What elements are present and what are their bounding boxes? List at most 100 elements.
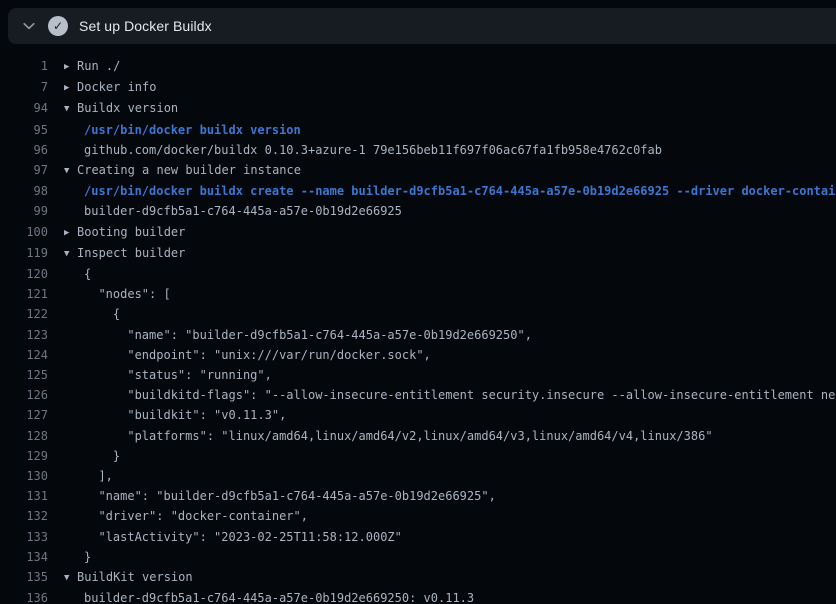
line-number[interactable]: 127 — [0, 405, 48, 425]
chevron-down-icon[interactable] — [21, 18, 37, 34]
step-title: Set up Docker Buildx — [79, 18, 212, 34]
log-line: 119 ▼Inspect builder — [0, 243, 836, 264]
log-line: 96 github.com/docker/buildx 0.10.3+azure-… — [0, 140, 836, 160]
log-container: 1▶Run ./7▶Docker info94▼Buildx version95… — [0, 44, 836, 604]
log-line: 136 builder-d9cfb5a1-c764-445a-a57e-0b19d… — [0, 588, 836, 604]
triangle-right-icon[interactable]: ▶ — [64, 78, 77, 98]
check-circle-icon: ✓ — [48, 16, 68, 36]
line-number[interactable]: 135 — [0, 567, 48, 588]
line-number[interactable]: 98 — [0, 181, 48, 201]
line-number[interactable]: 122 — [0, 304, 48, 324]
log-output-text: "endpoint": "unix:///var/run/docker.sock… — [64, 345, 431, 365]
log-line: 122 { — [0, 304, 836, 324]
line-number[interactable]: 128 — [0, 426, 48, 446]
log-line: 128 "platforms": "linux/amd64,linux/amd6… — [0, 426, 836, 446]
log-output-text: github.com/docker/buildx 0.10.3+azure-1 … — [64, 140, 662, 160]
group-label: Booting builder — [77, 225, 185, 239]
log-line: 95/usr/bin/docker buildx version — [0, 120, 836, 140]
line-number[interactable]: 7 — [0, 77, 48, 98]
group-label: BuildKit version — [77, 570, 193, 584]
line-number[interactable]: 119 — [0, 243, 48, 264]
line-number[interactable]: 124 — [0, 345, 48, 365]
log-group-header[interactable]: ▶Docker info — [64, 77, 156, 98]
group-label: Inspect builder — [77, 246, 185, 260]
log-output-text: "nodes": [ — [64, 284, 171, 304]
line-number[interactable]: 96 — [0, 140, 48, 160]
log-line: 132 "driver": "docker-container", — [0, 506, 836, 526]
line-number[interactable]: 100 — [0, 222, 48, 243]
log-line: 133 "lastActivity": "2023-02-25T11:58:12… — [0, 527, 836, 547]
line-number[interactable]: 123 — [0, 325, 48, 345]
line-number[interactable]: 136 — [0, 588, 48, 604]
triangle-right-icon[interactable]: ▶ — [64, 57, 77, 77]
line-number[interactable]: 133 — [0, 527, 48, 547]
log-line: 125 "status": "running", — [0, 365, 836, 385]
log-line: 98/usr/bin/docker buildx create --name b… — [0, 181, 836, 201]
log-output-text: "name": "builder-d9cfb5a1-c764-445a-a57e… — [64, 486, 496, 506]
log-output-text: "driver": "docker-container", — [64, 506, 308, 526]
log-line: 94 ▼Buildx version — [0, 98, 836, 119]
log-line: 97 ▼Creating a new builder instance — [0, 160, 836, 181]
log-line: 1 ▶Run ./ — [0, 56, 836, 77]
line-number[interactable]: 125 — [0, 365, 48, 385]
log-line: 135 ▼BuildKit version — [0, 567, 836, 588]
line-number[interactable]: 95 — [0, 120, 48, 140]
log-line: 100 ▶Booting builder — [0, 222, 836, 243]
log-group-header[interactable]: ▼Buildx version — [64, 98, 178, 119]
log-output-text: } — [64, 547, 91, 567]
triangle-down-icon[interactable]: ▼ — [64, 99, 77, 119]
log-line: 130 ], — [0, 466, 836, 486]
log-output-text: builder-d9cfb5a1-c764-445a-a57e-0b19d2e6… — [64, 588, 474, 604]
group-label: Run ./ — [77, 59, 120, 73]
log-line: 120 { — [0, 264, 836, 284]
line-number[interactable]: 94 — [0, 98, 48, 119]
log-group-header[interactable]: ▼BuildKit version — [64, 567, 193, 588]
log-output-text: { — [64, 304, 120, 324]
log-group-header[interactable]: ▼Inspect builder — [64, 243, 185, 264]
log-viewer: ✓ Set up Docker Buildx 1▶Run ./7▶Docker … — [0, 0, 836, 604]
log-command-text: /usr/bin/docker buildx version — [64, 120, 301, 140]
line-number[interactable]: 99 — [0, 201, 48, 221]
log-output-text: "buildkit": "v0.11.3", — [64, 405, 286, 425]
log-line: 131 "name": "builder-d9cfb5a1-c764-445a-… — [0, 486, 836, 506]
log-line: 99 builder-d9cfb5a1-c764-445a-a57e-0b19d2… — [0, 201, 836, 221]
log-line: 7 ▶Docker info — [0, 77, 836, 98]
line-number[interactable]: 131 — [0, 486, 48, 506]
line-number[interactable]: 1 — [0, 56, 48, 77]
line-number[interactable]: 120 — [0, 264, 48, 284]
step-header[interactable]: ✓ Set up Docker Buildx — [8, 8, 836, 44]
line-number[interactable]: 134 — [0, 547, 48, 567]
log-output-text: "buildkitd-flags": "--allow-insecure-ent… — [64, 385, 836, 405]
line-number[interactable]: 132 — [0, 506, 48, 526]
log-output-text: { — [64, 264, 91, 284]
log-group-header[interactable]: ▶Run ./ — [64, 56, 120, 77]
log-group-header[interactable]: ▶Booting builder — [64, 222, 185, 243]
log-line: 129 } — [0, 446, 836, 466]
log-line: 134} — [0, 547, 836, 567]
group-label: Docker info — [77, 80, 156, 94]
triangle-down-icon[interactable]: ▼ — [64, 161, 77, 181]
line-number[interactable]: 130 — [0, 466, 48, 486]
group-label: Creating a new builder instance — [77, 163, 301, 177]
check-mark: ✓ — [53, 19, 63, 33]
log-group-header[interactable]: ▼Creating a new builder instance — [64, 160, 301, 181]
group-label: Buildx version — [77, 101, 178, 115]
line-number[interactable]: 97 — [0, 160, 48, 181]
line-number[interactable]: 129 — [0, 446, 48, 466]
log-output-text: "lastActivity": "2023-02-25T11:58:12.000… — [64, 527, 402, 547]
triangle-down-icon[interactable]: ▼ — [64, 244, 77, 264]
log-output-text: } — [64, 446, 120, 466]
log-line: 121 "nodes": [ — [0, 284, 836, 304]
log-output-text: "name": "builder-d9cfb5a1-c764-445a-a57e… — [64, 325, 532, 345]
log-output-text: builder-d9cfb5a1-c764-445a-a57e-0b19d2e6… — [64, 201, 402, 221]
log-line: 126 "buildkitd-flags": "--allow-insecure… — [0, 385, 836, 405]
triangle-down-icon[interactable]: ▼ — [64, 568, 77, 588]
line-number[interactable]: 121 — [0, 284, 48, 304]
log-output-text: "platforms": "linux/amd64,linux/amd64/v2… — [64, 426, 713, 446]
line-number[interactable]: 126 — [0, 385, 48, 405]
log-output-text: "status": "running", — [64, 365, 272, 385]
log-line: 123 "name": "builder-d9cfb5a1-c764-445a-… — [0, 325, 836, 345]
log-line: 124 "endpoint": "unix:///var/run/docker.… — [0, 345, 836, 365]
log-command-text: /usr/bin/docker buildx create --name bui… — [64, 181, 836, 201]
triangle-right-icon[interactable]: ▶ — [64, 223, 77, 243]
